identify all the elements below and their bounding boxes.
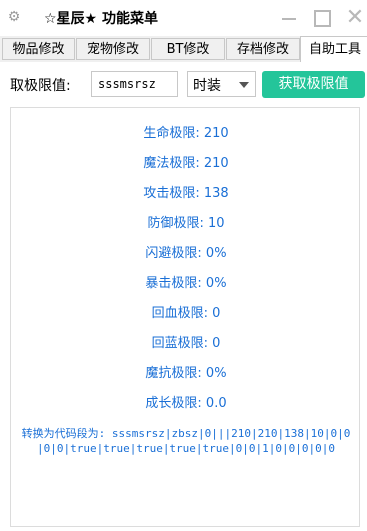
close-button[interactable]: ✕ bbox=[343, 6, 367, 30]
stat-defense-limit: 防御极限: 10 bbox=[147, 216, 225, 231]
tab-pet-edit[interactable]: 宠物修改 bbox=[76, 38, 150, 60]
stat-dodge-limit: 闪避极限: 0% bbox=[145, 246, 227, 261]
get-limit-button[interactable]: 获取极限值 bbox=[262, 71, 365, 98]
stat-hp-regen-limit: 回血极限: 0 bbox=[151, 306, 221, 321]
minimize-button[interactable] bbox=[277, 6, 301, 30]
gear-icon: ⚙ bbox=[7, 9, 21, 25]
stat-hp-limit: 生命极限: 210 bbox=[143, 126, 229, 141]
tab-panel: 取极限值: 时装 获取极限值 生命极限: 210 魔法极限: 210 攻击极限:… bbox=[0, 62, 367, 531]
stat-magic-resist-limit: 魔抗极限: 0% bbox=[145, 366, 227, 381]
stat-mp-limit: 魔法极限: 210 bbox=[143, 156, 229, 171]
category-select[interactable]: 时装 bbox=[187, 71, 256, 97]
chevron-down-icon bbox=[239, 82, 249, 88]
stat-mp-regen-limit: 回蓝极限: 0 bbox=[151, 336, 221, 351]
tab-bt-edit[interactable]: BT修改 bbox=[151, 38, 225, 60]
stat-crit-limit: 暴击极限: 0% bbox=[145, 276, 227, 291]
code-output: 转换为代码段为: sssmsrsz|zbsz|0|||210|210|138|1… bbox=[21, 427, 351, 455]
category-select-value: 时装 bbox=[193, 78, 221, 94]
title-bar: ⚙ ☆星辰★ 功能菜单 ✕ bbox=[0, 0, 367, 36]
maximize-button[interactable] bbox=[310, 6, 334, 30]
tab-bar: 物品修改 宠物修改 BT修改 存档修改 自助工具 bbox=[0, 36, 367, 62]
tab-self-tools[interactable]: 自助工具 bbox=[300, 36, 367, 62]
limit-value-label: 取极限值: bbox=[10, 78, 71, 94]
tab-save-edit[interactable]: 存档修改 bbox=[226, 38, 300, 60]
tab-item-edit[interactable]: 物品修改 bbox=[2, 38, 75, 60]
stat-growth-limit: 成长极限: 0.0 bbox=[145, 396, 227, 411]
item-code-input[interactable] bbox=[91, 71, 178, 97]
window-title: ☆星辰★ 功能菜单 bbox=[44, 11, 158, 27]
stat-attack-limit: 攻击极限: 138 bbox=[143, 186, 229, 201]
results-box: 生命极限: 210 魔法极限: 210 攻击极限: 138 防御极限: 10 闪… bbox=[10, 107, 360, 527]
